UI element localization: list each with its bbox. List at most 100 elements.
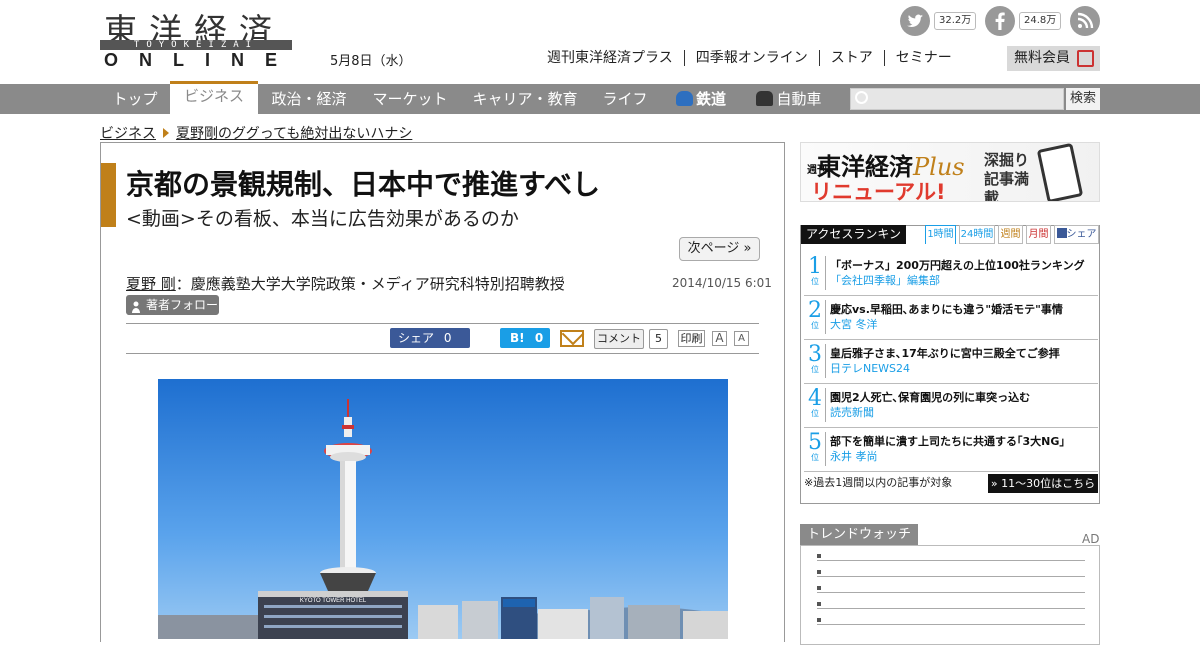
ranking-source[interactable]: 永井 孝尚 — [830, 448, 878, 464]
article: 京都の景観規制、日本中で推進すべし <動画>その看板、本当に広告効果があるのか … — [100, 142, 785, 642]
trend-item[interactable] — [817, 615, 1085, 625]
mail-icon[interactable] — [560, 330, 584, 347]
ranking-rank-suffix: 位 — [811, 409, 819, 418]
ranking-title[interactable]: 園児2人死亡､保育園児の列に車突っ込む — [830, 389, 1030, 405]
divider — [825, 388, 826, 422]
comment-button[interactable]: コメント — [594, 329, 644, 349]
ranking-item[interactable]: 5 位部下を簡単に潰す上司たちに共通する｢3大NG｣ 永井 孝尚 — [804, 428, 1098, 472]
ranking-number: 5位 — [807, 432, 823, 462]
print-button[interactable]: 印刷 — [678, 330, 705, 347]
weekly-toyokeizai-plus-banner[interactable]: 週刊東洋経済Plus リニューアル! 深掘り記事満載 — [800, 142, 1100, 202]
ranking-number: 2位 — [807, 300, 823, 330]
facebook-icon[interactable] — [985, 6, 1015, 36]
ranking-number: 4位 — [807, 388, 823, 418]
free-member-button[interactable]: 無料会員 — [1007, 46, 1100, 71]
facebook-share-button[interactable]: シェア 0 — [390, 328, 470, 348]
font-size-large-button[interactable]: A — [712, 331, 727, 346]
nav-item-career-education[interactable]: キャリア・教育 — [460, 84, 590, 114]
ranking-rank-suffix: 位 — [811, 365, 819, 374]
ranking-tab-24hours[interactable]: 24時間 — [959, 225, 995, 244]
ranking-item[interactable]: 3 位皇后雅子さま､17年ぶりに宮中三殿全てご参拝 日テレNEWS24 — [804, 340, 1098, 384]
article-title: 京都の景観規制、日本中で推進すべし — [126, 168, 601, 201]
publish-timestamp: 2014/10/15 6:01 — [672, 276, 772, 290]
follow-author-label: 著者フォロー — [146, 298, 219, 312]
ranking-source[interactable]: 読売新聞 — [830, 404, 874, 420]
breadcrumb-business[interactable]: ビジネス — [100, 126, 156, 142]
ranking-tab-weekly[interactable]: 週間 — [998, 225, 1023, 244]
ranking-tab-monthly[interactable]: 月間 — [1026, 225, 1051, 244]
ranking-rank-suffix: 位 — [811, 453, 819, 462]
header-link-weekly-plus[interactable]: 週刊東洋経済プラス — [536, 50, 684, 66]
trend-item[interactable] — [817, 567, 1085, 577]
ranking-title[interactable]: 「ボーナス」200万円超えの上位100社ランキング — [830, 257, 1085, 273]
divider — [825, 256, 826, 290]
hatena-bookmark-button[interactable]: B! 0 — [500, 328, 550, 348]
ranking-tab-1hour[interactable]: 1時間 — [925, 225, 956, 244]
breadcrumb-series[interactable]: 夏野剛のググっても絶対出ないハナシ — [176, 126, 412, 142]
font-size-small-button[interactable]: A — [734, 331, 749, 346]
nav-item-railway[interactable]: 鉄道 — [668, 84, 734, 114]
ranking-title[interactable]: 皇后雅子さま､17年ぶりに宮中三殿全てご参拝 — [830, 345, 1060, 361]
facebook-share-label: シェア — [398, 331, 435, 345]
twitter-follower-count: 32.2万 — [934, 12, 977, 30]
banner-tagline: 深掘り記事満載 — [984, 151, 1030, 202]
banner-renewal: リニューアル! — [811, 180, 946, 202]
nav-item-car[interactable]: 自動車 — [746, 84, 832, 114]
hatena-label: B! — [510, 331, 525, 345]
nav-item-life[interactable]: ライフ — [590, 84, 660, 114]
nav-item-railway-label: 鉄道 — [695, 90, 726, 108]
current-date: 5月8日（水） — [330, 54, 412, 69]
ranking-more-link[interactable]: » 11～30位はこちら — [988, 474, 1098, 493]
title-accent-bar — [101, 163, 116, 227]
ranking-number: 3位 — [807, 344, 823, 374]
access-ranking: アクセスランキング 1時間 24時間 週間 月間 シェア 1 位「ボーナス」200… — [800, 225, 1100, 504]
ranking-item[interactable]: 4 位園児2人死亡､保育園児の列に車突っ込む 読売新聞 — [804, 384, 1098, 428]
twitter-icon[interactable] — [900, 6, 930, 36]
nav-item-market[interactable]: マーケット — [360, 84, 460, 114]
nav-item-top[interactable]: トップ — [100, 84, 170, 114]
search-input[interactable] — [850, 88, 1064, 110]
facebook-like-count: 24.8万 — [1019, 12, 1062, 30]
ranking-rank-suffix: 位 — [811, 277, 819, 286]
ranking-rank: 1 — [808, 254, 822, 279]
header-link-seminar[interactable]: セミナー — [883, 50, 963, 66]
divider — [825, 432, 826, 466]
banner-weekly: 週刊 — [807, 165, 827, 176]
car-icon — [756, 91, 774, 106]
divider — [825, 344, 826, 378]
ranking-source[interactable]: 日テレNEWS24 — [830, 360, 910, 376]
ranking-item[interactable]: 1 位 「ボーナス」200万円超えの上位100社ランキング 「会社四季報」編集部 — [804, 252, 1098, 296]
ranking-tab-share[interactable]: シェア — [1054, 225, 1099, 244]
follow-author-button[interactable]: 著者フォロー — [126, 295, 219, 315]
ranking-title[interactable]: 部下を簡単に潰す上司たちに共通する｢3大NG｣ — [830, 433, 1065, 449]
trend-item[interactable] — [817, 551, 1085, 561]
free-member-label: 無料会員 — [1014, 50, 1070, 66]
search-icon — [855, 91, 868, 104]
ad-label: AD — [1082, 532, 1100, 546]
article-photo-kyoto-tower: KYOTO TOWER HOTEL — [158, 379, 728, 639]
next-page-button[interactable]: 次ページ » — [679, 237, 760, 261]
ranking-rank: 4 — [808, 386, 822, 411]
logo-online: ONLINE — [104, 50, 299, 70]
header-link-shikiho[interactable]: 四季報オンライン — [683, 50, 819, 66]
header-links: 週刊東洋経済プラス 四季報オンライン ストア セミナー — [536, 50, 963, 66]
nav-item-business[interactable]: ビジネス — [170, 81, 258, 114]
nav-item-politics-economy[interactable]: 政治・経済 — [258, 84, 360, 114]
ranking-item[interactable]: 2 位慶応vs.早稲田､あまりにも違う"婚活モテ"事情 大宮 冬洋 — [804, 296, 1098, 340]
trend-item[interactable] — [817, 599, 1085, 609]
search-button[interactable]: 検索 — [1066, 88, 1100, 110]
breadcrumb: ビジネス 夏野剛のググっても絶対出ないハナシ — [100, 123, 412, 143]
trend-item[interactable] — [817, 583, 1085, 593]
ranking-source[interactable]: 「会社四季報」編集部 — [830, 272, 940, 288]
smartphone-icon — [1036, 143, 1084, 201]
rss-icon[interactable] — [1070, 6, 1100, 36]
ranking-rank: 2 — [808, 298, 822, 323]
gift-icon — [1077, 50, 1094, 67]
facebook-icon — [1056, 228, 1067, 238]
header-link-store[interactable]: ストア — [818, 50, 884, 66]
ranking-title[interactable]: 慶応vs.早稲田､あまりにも違う"婚活モテ"事情 — [830, 301, 1063, 317]
author-name[interactable]: 夏野 剛 — [126, 275, 176, 293]
ranking-source[interactable]: 大宮 冬洋 — [830, 316, 878, 332]
divider — [825, 300, 826, 334]
divider — [126, 323, 759, 324]
